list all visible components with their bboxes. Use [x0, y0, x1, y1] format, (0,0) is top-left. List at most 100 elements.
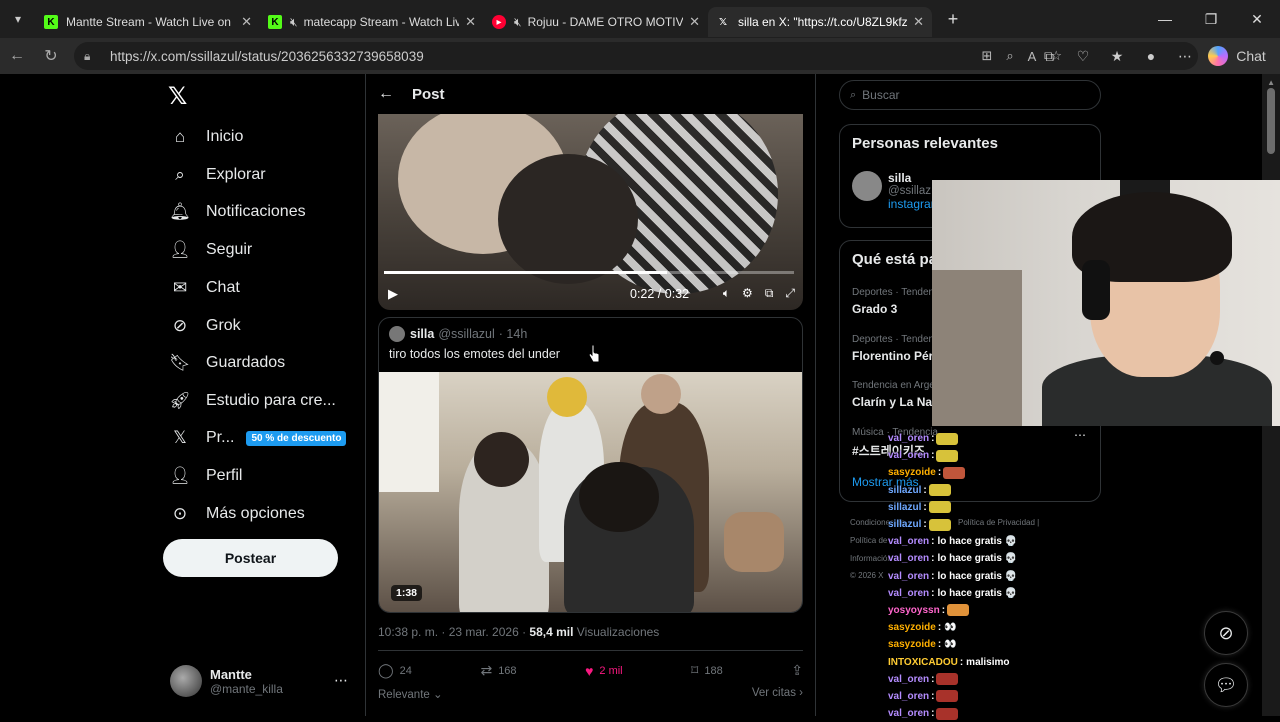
- video-duration-badge: 1:38: [391, 585, 423, 601]
- bookmark-button[interactable]: ⌑ 188: [691, 662, 723, 679]
- messages-chat-icon[interactable]: 💬︎: [1204, 663, 1248, 707]
- maximize-icon[interactable]: ❐: [1188, 0, 1234, 38]
- nav-item-grok[interactable]: ⊘ Grok: [168, 311, 241, 341]
- nav-item-label: Guardados: [206, 354, 286, 371]
- nav-item-seguir[interactable]: 👤︎ Seguir: [168, 235, 252, 265]
- browser-tab[interactable]: ▸ 🔇︎ Rojuu - DAME OTRO MOTIVO ✕: [484, 7, 708, 37]
- picture-in-picture-icon[interactable]: ⧉: [765, 286, 774, 301]
- close-tab-icon[interactable]: ✕: [689, 14, 700, 30]
- kick-icon: K: [268, 15, 282, 29]
- chat-username: sasyzoide: [888, 639, 936, 651]
- repost-button[interactable]: ⇄ 168: [480, 662, 516, 679]
- copilot-chat-button[interactable]: Chat: [1202, 46, 1280, 66]
- favorites-icon[interactable]: ★: [1100, 48, 1134, 65]
- post-timestamp[interactable]: 10:38 p. m. · 23 mar. 2026 ·: [378, 625, 526, 639]
- trend-item[interactable]: Deportes · Tenden Grado 3: [852, 287, 934, 316]
- youtube-music-icon: ▸: [492, 15, 506, 29]
- nav-item-perfil[interactable]: 👤︎ Perfil: [168, 461, 242, 491]
- premium-discount-badge: 50 % de descuento: [246, 430, 347, 446]
- chat-text: lo hace gratis 💀: [937, 536, 1018, 548]
- volume-icon[interactable]: 🔈︎: [723, 286, 730, 301]
- nav-item-label: Explorar: [206, 166, 266, 183]
- x-logo-icon[interactable]: 𝕏: [168, 82, 187, 111]
- chevron-down-icon: ⌄: [433, 689, 443, 701]
- video-progress-bar[interactable]: [384, 271, 794, 274]
- zoom-icon[interactable]: ⌕: [1006, 48, 1013, 64]
- nav-item-pr[interactable]: 𝕏 Pr... 50 % de descuento: [168, 423, 347, 453]
- scrollbar-thumb[interactable]: [1267, 88, 1275, 154]
- post-button[interactable]: Postear: [163, 539, 338, 577]
- footer-link[interactable]: Política de: [850, 536, 887, 545]
- site-info-icon[interactable]: 🔒︎: [84, 49, 98, 64]
- search-input[interactable]: ⌕ Buscar: [839, 80, 1101, 110]
- apps-icon[interactable]: ⊞: [981, 48, 992, 64]
- reply-icon: ◯: [378, 662, 394, 678]
- webcam-shape: [932, 270, 1022, 426]
- chat-emote-icon: [936, 449, 959, 462]
- trend-category: Tendencia en Arge: [852, 380, 935, 391]
- sort-dropdown[interactable]: Relevante ⌄: [378, 687, 443, 701]
- repost-icon: ⇄: [480, 662, 493, 678]
- browser-tab[interactable]: K 🔇︎ matecapp Stream - Watch Live on Kick ✕: [260, 7, 484, 37]
- video-frame-shape: [641, 374, 681, 414]
- trend-item[interactable]: Tendencia en Arge Clarín y La Naci: [852, 380, 942, 409]
- mute-tab-icon[interactable]: 🔇︎: [290, 15, 298, 30]
- browser-essentials-icon[interactable]: ♡: [1066, 48, 1100, 65]
- nav-item-label: Pr...: [206, 429, 235, 446]
- mute-tab-icon[interactable]: 🔇︎: [514, 15, 522, 30]
- close-tab-icon[interactable]: ✕: [465, 14, 476, 30]
- browser-tab[interactable]: K Mantte Stream - Watch Live on Kick ✕: [36, 7, 260, 37]
- nav-item-chat[interactable]: ✉ Chat: [168, 273, 240, 303]
- browser-tab[interactable]: 𝕏silla en X: "https://t.co/U8ZL9kfzbk" ✕: [708, 7, 932, 37]
- more-circle-icon: ⊙: [172, 504, 188, 523]
- play-icon[interactable]: ▶: [388, 286, 398, 302]
- reply-count: 24: [399, 664, 412, 677]
- profile-icon[interactable]: ●: [1134, 48, 1168, 64]
- close-window-icon[interactable]: ✕: [1234, 0, 1280, 38]
- close-tab-icon[interactable]: ✕: [913, 14, 924, 30]
- post-metadata: 10:38 p. m. · 23 mar. 2026 · 58,4 mil Vi…: [378, 625, 659, 639]
- quote-author-name: silla: [410, 327, 435, 341]
- url-bar[interactable]: 🔒︎ https://x.com/ssillazul/status/203625…: [74, 42, 1198, 70]
- nav-item-label: Estudio para cre...: [206, 392, 336, 409]
- grok-icon[interactable]: ⊘: [1204, 611, 1248, 655]
- back-arrow-icon[interactable]: ←: [366, 85, 406, 103]
- nav-item-estudio-para-cre[interactable]: 🚀︎ Estudio para cre...: [168, 386, 336, 416]
- settings-more-icon[interactable]: ⋯: [1168, 48, 1202, 65]
- video-player[interactable]: ▶ 0:22 / 0:32 🔈︎ ⚙ ⧉ ⤢: [378, 114, 803, 310]
- fullscreen-icon[interactable]: ⤢: [785, 286, 795, 301]
- reply-button[interactable]: ◯ 24: [378, 662, 412, 679]
- nav-item-label: Seguir: [206, 241, 253, 258]
- quote-age: · 14h: [498, 327, 528, 341]
- settings-gear-icon[interactable]: ⚙: [742, 286, 753, 301]
- home-icon: ⌂: [174, 127, 186, 146]
- video-frame-shape: [474, 432, 529, 487]
- nav-item-m-s-opciones[interactable]: ⊙ Más opciones: [168, 499, 305, 529]
- nav-item-explorar[interactable]: ⌕ Explorar: [168, 160, 266, 190]
- trend-item[interactable]: Deportes · Tenden Florentino Pére: [852, 334, 940, 363]
- scroll-up-arrow-icon[interactable]: ▲: [1267, 78, 1275, 87]
- more-dots-icon[interactable]: ⋯: [334, 672, 348, 689]
- extensions-icon[interactable]: ⧉: [1032, 48, 1066, 65]
- footer-link[interactable]: Información: [850, 554, 892, 563]
- reload-button[interactable]: ↻: [34, 38, 68, 74]
- chat-text: lo hace gratis 💀: [937, 553, 1018, 565]
- account-switcher[interactable]: Mantte @mante_killa ⋯: [170, 664, 360, 698]
- share-button[interactable]: ⇪: [791, 662, 803, 679]
- like-button[interactable]: ♥ 2 mil: [585, 662, 623, 679]
- minimize-icon[interactable]: —: [1142, 0, 1188, 38]
- tab-actions-chevron-icon[interactable]: ▾: [0, 0, 36, 38]
- chat-message: yosyoyssn:: [888, 602, 1088, 619]
- nav-item-notificaciones[interactable]: 🔔︎ Notificaciones: [168, 197, 305, 227]
- quoted-video[interactable]: 1:38: [379, 372, 802, 612]
- new-tab-button[interactable]: +: [938, 4, 968, 34]
- nav-item-inicio[interactable]: ⌂ Inicio: [168, 122, 244, 152]
- chat-text: lo hace gratis 💀: [937, 570, 1018, 582]
- replies-sort-row: Relevante ⌄ Ver citas ›: [378, 687, 803, 701]
- close-tab-icon[interactable]: ✕: [241, 14, 252, 30]
- back-button[interactable]: ←: [0, 38, 34, 74]
- share-icon: ⇪: [791, 662, 803, 678]
- nav-item-guardados[interactable]: 🔖︎ Guardados: [168, 348, 285, 378]
- view-quotes-link[interactable]: Ver citas ›: [752, 687, 803, 701]
- relevant-user[interactable]: silla @ssillaz instagram: [852, 171, 941, 211]
